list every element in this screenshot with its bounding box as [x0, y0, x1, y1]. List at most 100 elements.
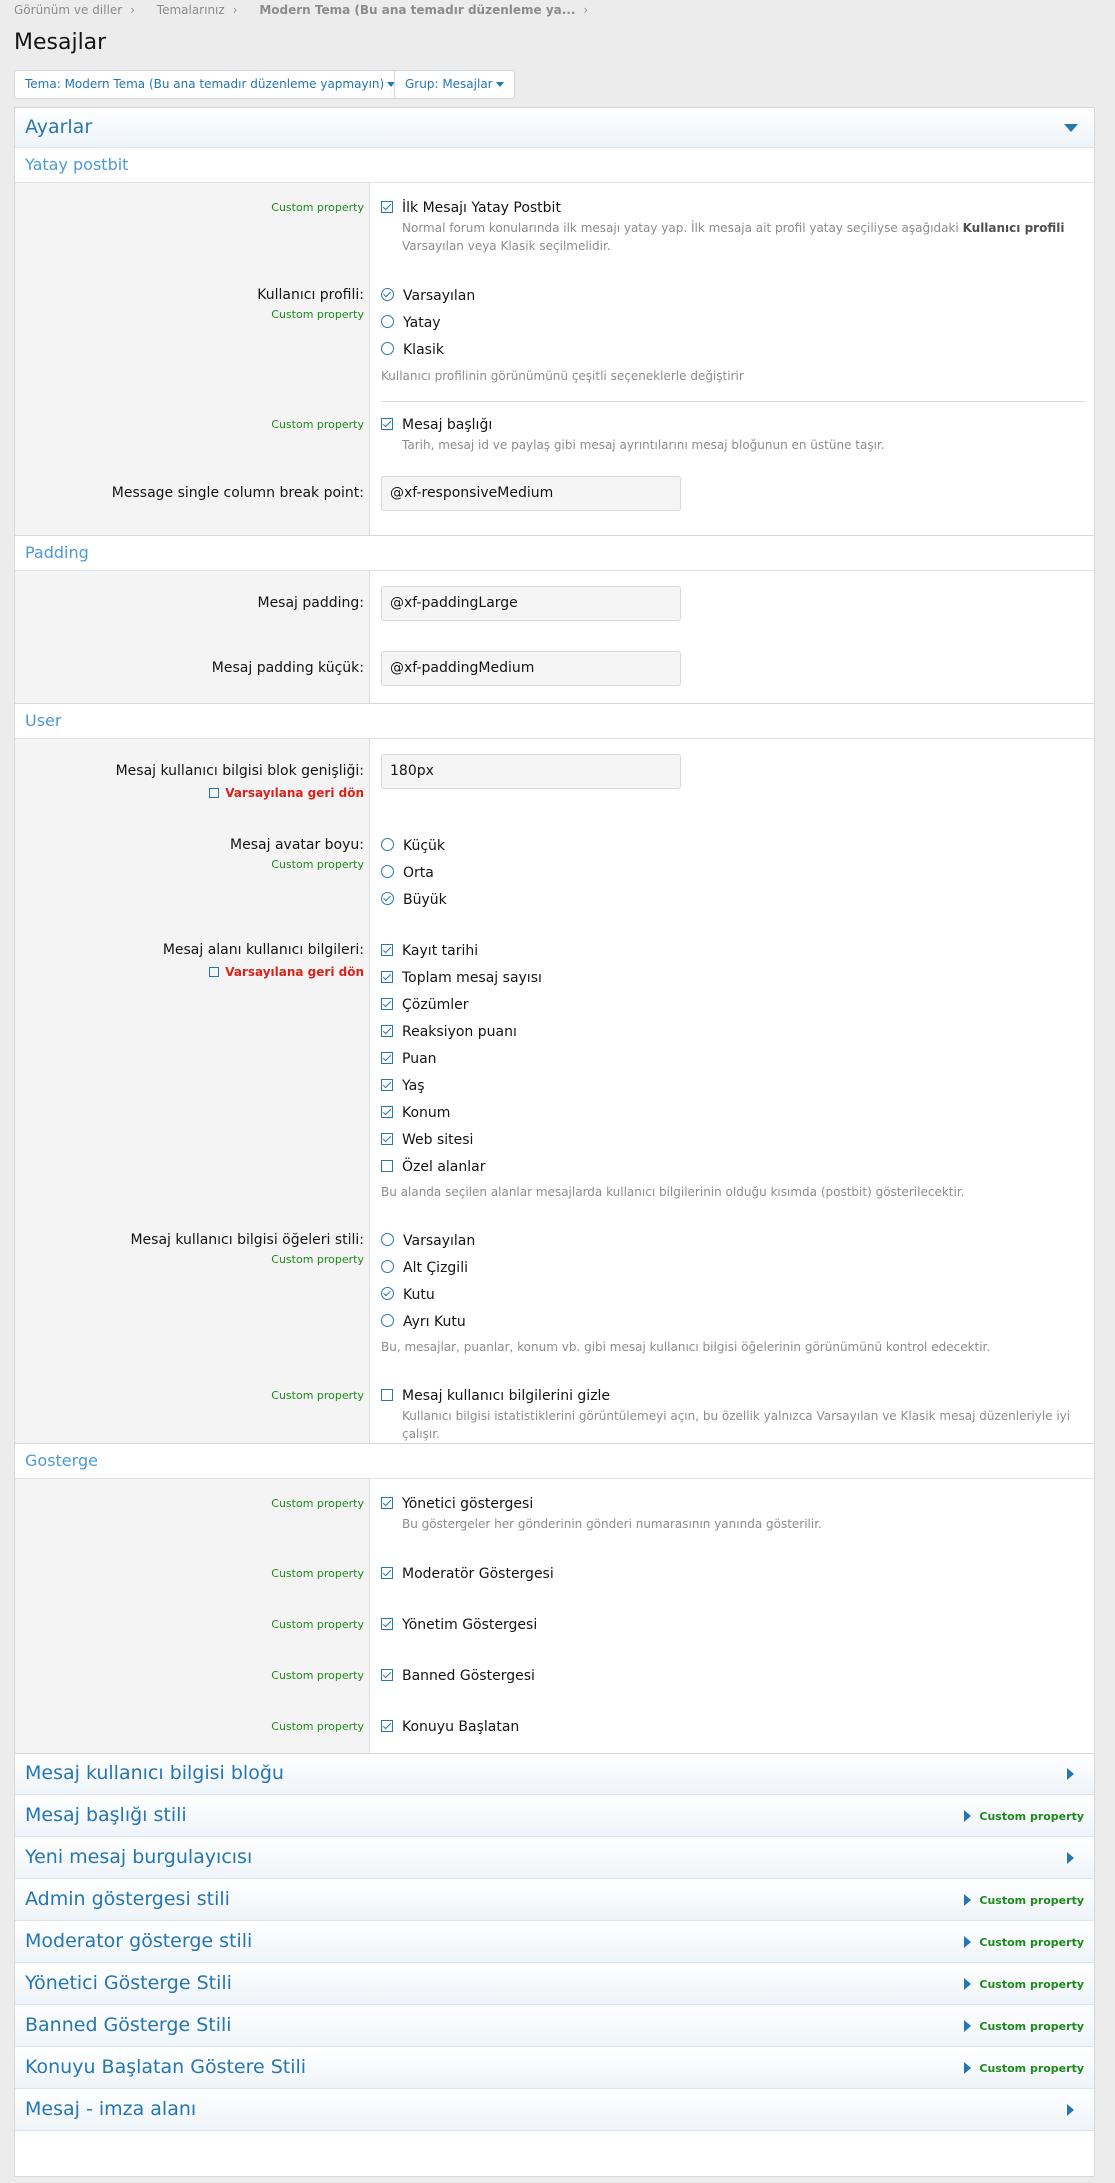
block-width-input[interactable]: 180px [381, 754, 681, 789]
section-title: User [25, 711, 62, 730]
custom-property-label: Custom property [271, 1669, 364, 1682]
moderator-badge-checkbox[interactable]: Moderatör Göstergesi [381, 1565, 554, 1583]
group-header-staff-badge-style[interactable]: Yönetici Gösterge Stili Custom property [15, 1964, 1094, 2005]
checkbox-checked-icon [381, 1025, 393, 1037]
group-header-moderator-badge-style[interactable]: Moderator gösterge stili Custom property [15, 1922, 1094, 1963]
collapse-arrow-icon[interactable] [1064, 124, 1078, 132]
divider [381, 401, 1086, 402]
group-header-starter-badge-style[interactable]: Konuyu Başlatan Göstere Stili Custom prop… [15, 2048, 1094, 2089]
expand-arrow-icon[interactable] [1067, 2104, 1074, 2116]
section-title: Gosterge [25, 1451, 98, 1470]
checkbox-checked-icon [381, 998, 393, 1010]
expand-custom-property[interactable]: Custom property [964, 1894, 1084, 1907]
custom-property-label: Custom property [271, 858, 364, 871]
field-checkbox-age[interactable]: Yaş [381, 1077, 425, 1095]
radio-icon [381, 838, 394, 851]
banned-badge-checkbox[interactable]: Banned Göstergesi [381, 1667, 535, 1685]
staff-badge-checkbox[interactable]: Yönetim Göstergesi [381, 1616, 537, 1634]
option-label: Küçük [403, 838, 446, 854]
radio-selected-icon [381, 1287, 394, 1300]
avatar-radio-medium[interactable]: Orta [381, 864, 434, 882]
style-radio-box[interactable]: Kutu [381, 1286, 435, 1304]
revert-label: Varsayılana geri dön [225, 965, 364, 979]
field-checkbox-message-count[interactable]: Toplam mesaj sayısı [381, 969, 542, 987]
group-header-new-post-highlighter[interactable]: Yeni mesaj burgulayıcısı [15, 1838, 1094, 1879]
option-label: Konum [402, 1105, 451, 1121]
custom-property-label: Custom property [271, 1253, 364, 1266]
checkbox-checked-icon [381, 1079, 393, 1091]
settings-header[interactable]: Ayarlar [15, 108, 1094, 148]
field-checkbox-reaction-score[interactable]: Reaksiyon puanı [381, 1023, 517, 1041]
radio-icon [381, 342, 394, 355]
field-checkbox-points[interactable]: Puan [381, 1050, 437, 1068]
group-filter-button[interactable]: Grup: Mesajlar [394, 70, 515, 99]
group-title: Konuyu Başlatan Göstere Stili [25, 2056, 307, 2078]
padding-large-input[interactable]: @xf-paddingLarge [381, 586, 681, 621]
thread-starter-badge-checkbox[interactable]: Konuyu Başlatan [381, 1718, 519, 1736]
label-column [15, 1479, 370, 1753]
option-label: Çözümler [402, 997, 469, 1013]
padding-small-label: Mesaj padding küçük: [211, 660, 364, 676]
custom-property-label: Custom property [271, 1389, 364, 1402]
custom-property-label: Custom property [271, 1497, 364, 1510]
option-label: Klasik [403, 342, 444, 358]
style-radio-separate-box[interactable]: Ayrı Kutu [381, 1313, 466, 1331]
expand-arrow-icon[interactable] [1067, 1768, 1074, 1780]
post-header-checkbox[interactable]: Mesaj başlığı [381, 416, 492, 434]
expand-custom-property[interactable]: Custom property [964, 1978, 1084, 1991]
field-checkbox-location[interactable]: Konum [381, 1104, 450, 1122]
expand-custom-property[interactable]: Custom property [964, 1810, 1084, 1823]
breakpoint-input[interactable]: @xf-responsiveMedium [381, 476, 681, 511]
theme-filter-button[interactable]: Tema: Modern Tema (Bu ana temadır düzenl… [14, 70, 407, 99]
breadcrumb-link-themes[interactable]: Temalarınız [157, 3, 225, 17]
field-checkbox-register-date[interactable]: Kayıt tarihi [381, 942, 478, 960]
revert-checkbox-icon[interactable] [209, 788, 220, 798]
style-radio-underline[interactable]: Alt Çizgili [381, 1259, 468, 1277]
group-header-signature-area[interactable]: Mesaj - imza alanı [15, 2090, 1094, 2131]
revert-to-default[interactable]: Varsayılana geri dön [209, 965, 364, 979]
option-label: Yatay [403, 315, 441, 331]
chevron-right-icon: › [232, 3, 238, 17]
option-label: Özel alanlar [402, 1159, 486, 1175]
hint-bold: Kullanıcı profili [962, 221, 1065, 235]
caret-down-icon [495, 82, 504, 87]
expand-custom-property[interactable]: Custom property [964, 2062, 1084, 2075]
custom-property-label: Custom property [271, 1720, 364, 1733]
profile-radio-horizontal[interactable]: Yatay [381, 314, 441, 332]
field-checkbox-solutions[interactable]: Çözümler [381, 996, 468, 1014]
avatar-radio-small[interactable]: Küçük [381, 837, 445, 855]
field-checkbox-website[interactable]: Web sitesi [381, 1131, 473, 1149]
checkbox-checked-icon [381, 418, 393, 430]
breadcrumb-link-theme[interactable]: Modern Tema (Bu ana temadır düzenleme ya… [259, 3, 575, 17]
expand-arrow-icon[interactable] [1067, 1852, 1074, 1864]
expand-custom-property[interactable]: Custom property [964, 1936, 1084, 1949]
admin-badge-checkbox[interactable]: Yönetici göstergesi [381, 1495, 533, 1513]
breadcrumb: Görünüm ve diller › Temalarınız › Modern T… [14, 3, 606, 17]
option-label: Varsayılan [403, 1233, 476, 1249]
breadcrumb-link-appearance[interactable]: Görünüm ve diller [14, 3, 122, 17]
profile-radio-classic[interactable]: Klasik [381, 341, 444, 359]
first-post-horizontal-checkbox[interactable]: İlk Mesajı Yatay Postbit [381, 199, 561, 217]
revert-checkbox-icon[interactable] [209, 967, 220, 977]
hint-text-pre: Normal forum konularında ilk mesajı yata… [402, 221, 959, 235]
group-header-post-title-style[interactable]: Mesaj başlığı stili Custom property [15, 1796, 1094, 1837]
expand-custom-property[interactable]: Custom property [964, 2020, 1084, 2033]
option-label: Mesaj kullanıcı bilgilerini gizle [402, 1388, 611, 1404]
revert-to-default[interactable]: Varsayılana geri dön [209, 786, 364, 800]
group-header-banned-badge-style[interactable]: Banned Gösterge Stili Custom property [15, 2006, 1094, 2047]
group-title: Yönetici Gösterge Stili [25, 1972, 232, 1994]
user-fields-hint: Bu alanda seçilen alanlar mesajlarda kul… [381, 1185, 965, 1199]
padding-small-input[interactable]: @xf-paddingMedium [381, 651, 681, 686]
field-checkbox-custom-fields[interactable]: Özel alanlar [381, 1158, 485, 1176]
post-header-hint: Tarih, mesaj id ve paylaş gibi mesaj ayr… [402, 438, 885, 452]
group-header-user-block[interactable]: Mesaj kullanıcı bilgisi bloğu [15, 1754, 1094, 1795]
style-properties-panel: Ayarlar Yatay postbit Custom property İl… [14, 107, 1095, 2177]
radio-selected-icon [381, 892, 394, 905]
avatar-radio-large[interactable]: Büyük [381, 891, 447, 909]
profile-radio-default[interactable]: Varsayılan [381, 287, 475, 305]
group-header-admin-badge-style[interactable]: Admin göstergesi stili Custom property [15, 1880, 1094, 1921]
hide-user-info-checkbox[interactable]: Mesaj kullanıcı bilgilerini gizle [381, 1387, 610, 1405]
option-label: Yaş [402, 1078, 425, 1094]
style-radio-default[interactable]: Varsayılan [381, 1232, 475, 1250]
group-title: Mesaj başlığı stili [25, 1804, 187, 1826]
